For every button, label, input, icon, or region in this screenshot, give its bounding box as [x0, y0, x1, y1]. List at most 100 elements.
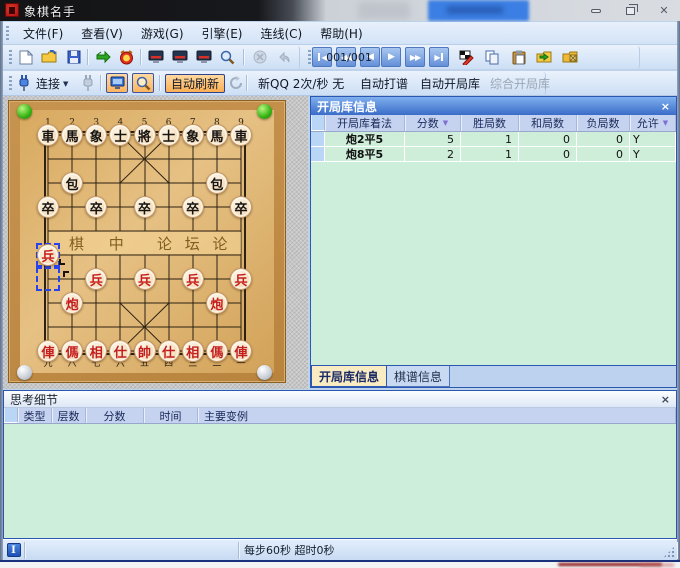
connection-toolbar: 连接 ▼ 自动刷新 新QQ 2次/秒 无 自动打谱 自动开局库 综合开局库: [3, 71, 677, 96]
new-file-icon: [19, 50, 33, 65]
board-piece[interactable]: 炮: [61, 292, 83, 314]
engine-swap-button[interactable]: [92, 47, 113, 67]
board-piece[interactable]: 卒: [182, 196, 204, 218]
folder-import-icon: [536, 50, 553, 64]
menu-file[interactable]: 文件(F): [14, 23, 72, 44]
board-piece[interactable]: 兵: [134, 268, 156, 290]
board-piece[interactable]: 象: [182, 124, 204, 146]
nav-next-fast-button[interactable]: ▶▶: [405, 47, 425, 67]
timer-button[interactable]: [116, 47, 137, 67]
board-piece[interactable]: 馬: [61, 124, 83, 146]
col-header-type[interactable]: 类型: [18, 408, 52, 423]
col-header-losses[interactable]: 负局数: [577, 115, 630, 131]
col-header-wins[interactable]: 胜局数: [461, 115, 519, 131]
board-piece[interactable]: 俥: [37, 340, 59, 362]
minimize-button[interactable]: [588, 4, 604, 18]
auto-refresh-label: 自动刷新: [171, 75, 219, 92]
tab-game-record-info[interactable]: 棋谱信息: [387, 366, 450, 387]
computer-3-button[interactable]: [193, 47, 214, 67]
copy-icon: [485, 50, 500, 65]
zoom-button[interactable]: [217, 47, 238, 67]
board-piece[interactable]: 卒: [134, 196, 156, 218]
search-board-button[interactable]: [132, 73, 154, 93]
close-button[interactable]: ✕: [656, 4, 672, 18]
menu-online[interactable]: 连线(C): [251, 23, 311, 44]
board-piece[interactable]: 俥: [230, 340, 252, 362]
board-piece[interactable]: 馬: [206, 124, 228, 146]
board-piece[interactable]: 帥: [134, 340, 156, 362]
nav-last-button[interactable]: ▶: [429, 47, 449, 67]
menu-bar: 文件(F) 查看(V) 游戏(G) 引擎(E) 连线(C) 帮助(H): [3, 22, 677, 45]
think-detail-panel: 思考细节 × 类型 层数 分数 时间 主要变例: [3, 390, 677, 539]
board-piece[interactable]: 卒: [230, 196, 252, 218]
col-header-score[interactable]: 分数▼: [405, 115, 461, 131]
undo-button-disabled: [273, 47, 294, 67]
auto-record-label: 自动打谱: [360, 75, 408, 92]
nav-next-fast-icon: ▶▶: [410, 53, 420, 62]
col-header-score[interactable]: 分数: [86, 408, 144, 423]
title-bar: 象棋名手 ✕: [0, 0, 680, 21]
col-header-draws[interactable]: 和局数: [519, 115, 577, 131]
cell-allowed: Y: [630, 132, 676, 147]
book-export-button[interactable]: [560, 47, 581, 67]
board-piece[interactable]: 卒: [37, 196, 59, 218]
board-piece[interactable]: 傌: [61, 340, 83, 362]
board-piece[interactable]: 士: [158, 124, 180, 146]
save-button[interactable]: [63, 47, 84, 67]
book-table-row[interactable]: 炮2平5 5 1 0 0 Y: [311, 132, 676, 147]
auto-book-button[interactable]: 自动开局库: [415, 74, 485, 93]
refresh-icon: [229, 76, 243, 90]
book-panel-close-button[interactable]: ×: [661, 100, 670, 113]
monitor-capture-button[interactable]: [106, 73, 128, 93]
think-panel-close-button[interactable]: ×: [661, 393, 670, 406]
board-piece[interactable]: 相: [182, 340, 204, 362]
board-piece[interactable]: 包: [206, 172, 228, 194]
board-piece[interactable]: 兵: [37, 244, 59, 266]
auto-refresh-button[interactable]: 自动刷新: [165, 74, 225, 93]
folder-export-icon: [562, 50, 579, 64]
board-piece[interactable]: 傌: [206, 340, 228, 362]
connect-label-button[interactable]: 连接 ▼: [31, 74, 73, 93]
col-header-allowed[interactable]: 允许▼: [630, 115, 676, 131]
restore-button[interactable]: [622, 4, 638, 18]
col-header-pv[interactable]: 主要变例: [198, 408, 676, 423]
computer-icon: [196, 50, 212, 64]
book-table-row[interactable]: 炮8平5 2 1 0 0 Y: [311, 147, 676, 162]
col-header-move[interactable]: 开局库着法: [325, 115, 405, 131]
menu-view[interactable]: 查看(V): [72, 23, 132, 44]
cell-draws: 0: [519, 147, 577, 162]
tab-opening-book-info[interactable]: 开局库信息: [311, 366, 387, 387]
computer-1-button[interactable]: [145, 47, 166, 67]
paste-button[interactable]: [508, 47, 529, 67]
board-piece[interactable]: 包: [61, 172, 83, 194]
move-origin-marker: [59, 259, 65, 265]
menu-help[interactable]: 帮助(H): [311, 23, 371, 44]
xiangqi-board[interactable]: 棋 中 论 坛 论 123456789 九八七六五四三二一 車馬象士將士象馬車包…: [8, 100, 286, 383]
book-panel-titlebar: 开局库信息 ×: [311, 97, 676, 115]
board-piece[interactable]: 炮: [206, 292, 228, 314]
menu-game[interactable]: 游戏(G): [132, 23, 193, 44]
board-piece[interactable]: 將: [134, 124, 156, 146]
edit-result-button[interactable]: [456, 47, 477, 67]
nav-next-button[interactable]: ▶: [381, 47, 401, 67]
book-import-button[interactable]: [534, 47, 555, 67]
computer-2-button[interactable]: [169, 47, 190, 67]
open-file-button[interactable]: [39, 47, 60, 67]
board-piece[interactable]: 仕: [158, 340, 180, 362]
col-header-depth[interactable]: 层数: [52, 408, 86, 423]
alarm-clock-icon: [119, 50, 134, 65]
menu-engine[interactable]: 引擎(E): [193, 23, 252, 44]
close-icon: ✕: [659, 4, 668, 17]
app-window: 象棋名手 ✕ 文件(F) 查看(V) 游戏(G) 引擎(E) 连线(C) 帮助(…: [0, 0, 680, 568]
copy-button[interactable]: [482, 47, 503, 67]
board-piece[interactable]: 兵: [230, 268, 252, 290]
auto-record-button[interactable]: 自动打谱: [355, 74, 413, 93]
toolbar-grip: [6, 26, 9, 40]
board-piece[interactable]: 車: [37, 124, 59, 146]
restore-icon: [626, 7, 635, 15]
col-header-time[interactable]: 时间: [144, 408, 198, 423]
think-panel-title: 思考细节: [10, 391, 58, 408]
new-file-button[interactable]: [15, 47, 36, 67]
board-piece[interactable]: 兵: [182, 268, 204, 290]
board-piece[interactable]: 車: [230, 124, 252, 146]
